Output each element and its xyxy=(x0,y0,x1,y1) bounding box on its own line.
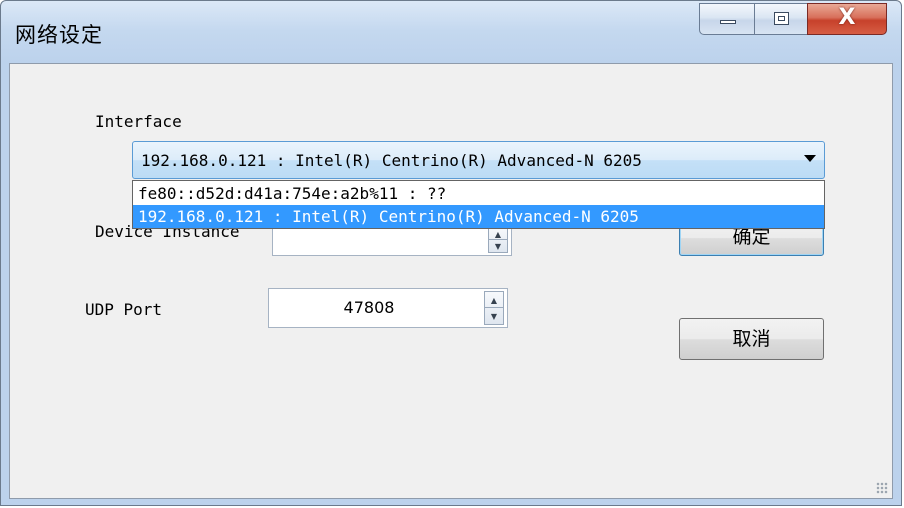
udp-port-value: 47808 xyxy=(343,298,395,317)
udp-port-label: UDP Port xyxy=(85,300,163,319)
udp-port-spinner[interactable]: ▲ ▼ xyxy=(484,291,504,325)
minimize-icon xyxy=(720,20,736,24)
udp-port-field[interactable]: 47808 ▲ ▼ xyxy=(268,288,508,328)
maximize-icon xyxy=(774,12,789,25)
dialog-window: 网络设定 X Interface Device Instance ▲ ▼ 确定 … xyxy=(0,0,902,506)
close-button[interactable]: X xyxy=(807,3,887,35)
ok-button-label: 确定 xyxy=(732,226,771,248)
interface-combobox[interactable]: 192.168.0.121 : Intel(R) Centrino(R) Adv… xyxy=(132,141,825,179)
spin-down-icon[interactable]: ▼ xyxy=(489,240,507,252)
interface-selected-value: 192.168.0.121 : Intel(R) Centrino(R) Adv… xyxy=(141,151,642,170)
spin-up-icon[interactable]: ▲ xyxy=(485,292,503,308)
dialog-body: Interface Device Instance ▲ ▼ 确定 UDP Por… xyxy=(9,63,893,499)
resize-grip-icon[interactable] xyxy=(876,482,888,494)
cancel-button-label: 取消 xyxy=(732,328,771,350)
window-title: 网络设定 xyxy=(15,23,103,47)
interface-label: Interface xyxy=(95,112,182,131)
chevron-down-icon[interactable] xyxy=(804,155,816,162)
spin-up-icon[interactable]: ▲ xyxy=(489,228,507,240)
interface-option[interactable]: fe80::d52d:d41a:754e:a2b%11 : ?? xyxy=(133,182,824,205)
title-bar[interactable]: 网络设定 X xyxy=(1,1,901,63)
spin-down-icon[interactable]: ▼ xyxy=(485,308,503,324)
interface-option-selected[interactable]: 192.168.0.121 : Intel(R) Centrino(R) Adv… xyxy=(133,205,824,228)
maximize-button[interactable] xyxy=(754,3,808,35)
interface-dropdown-list: fe80::d52d:d41a:754e:a2b%11 : ?? 192.168… xyxy=(132,180,825,229)
close-icon: X xyxy=(838,5,856,30)
minimize-button[interactable] xyxy=(699,3,755,35)
cancel-button[interactable]: 取消 xyxy=(679,318,824,360)
device-instance-spinner[interactable]: ▲ ▼ xyxy=(488,227,508,253)
